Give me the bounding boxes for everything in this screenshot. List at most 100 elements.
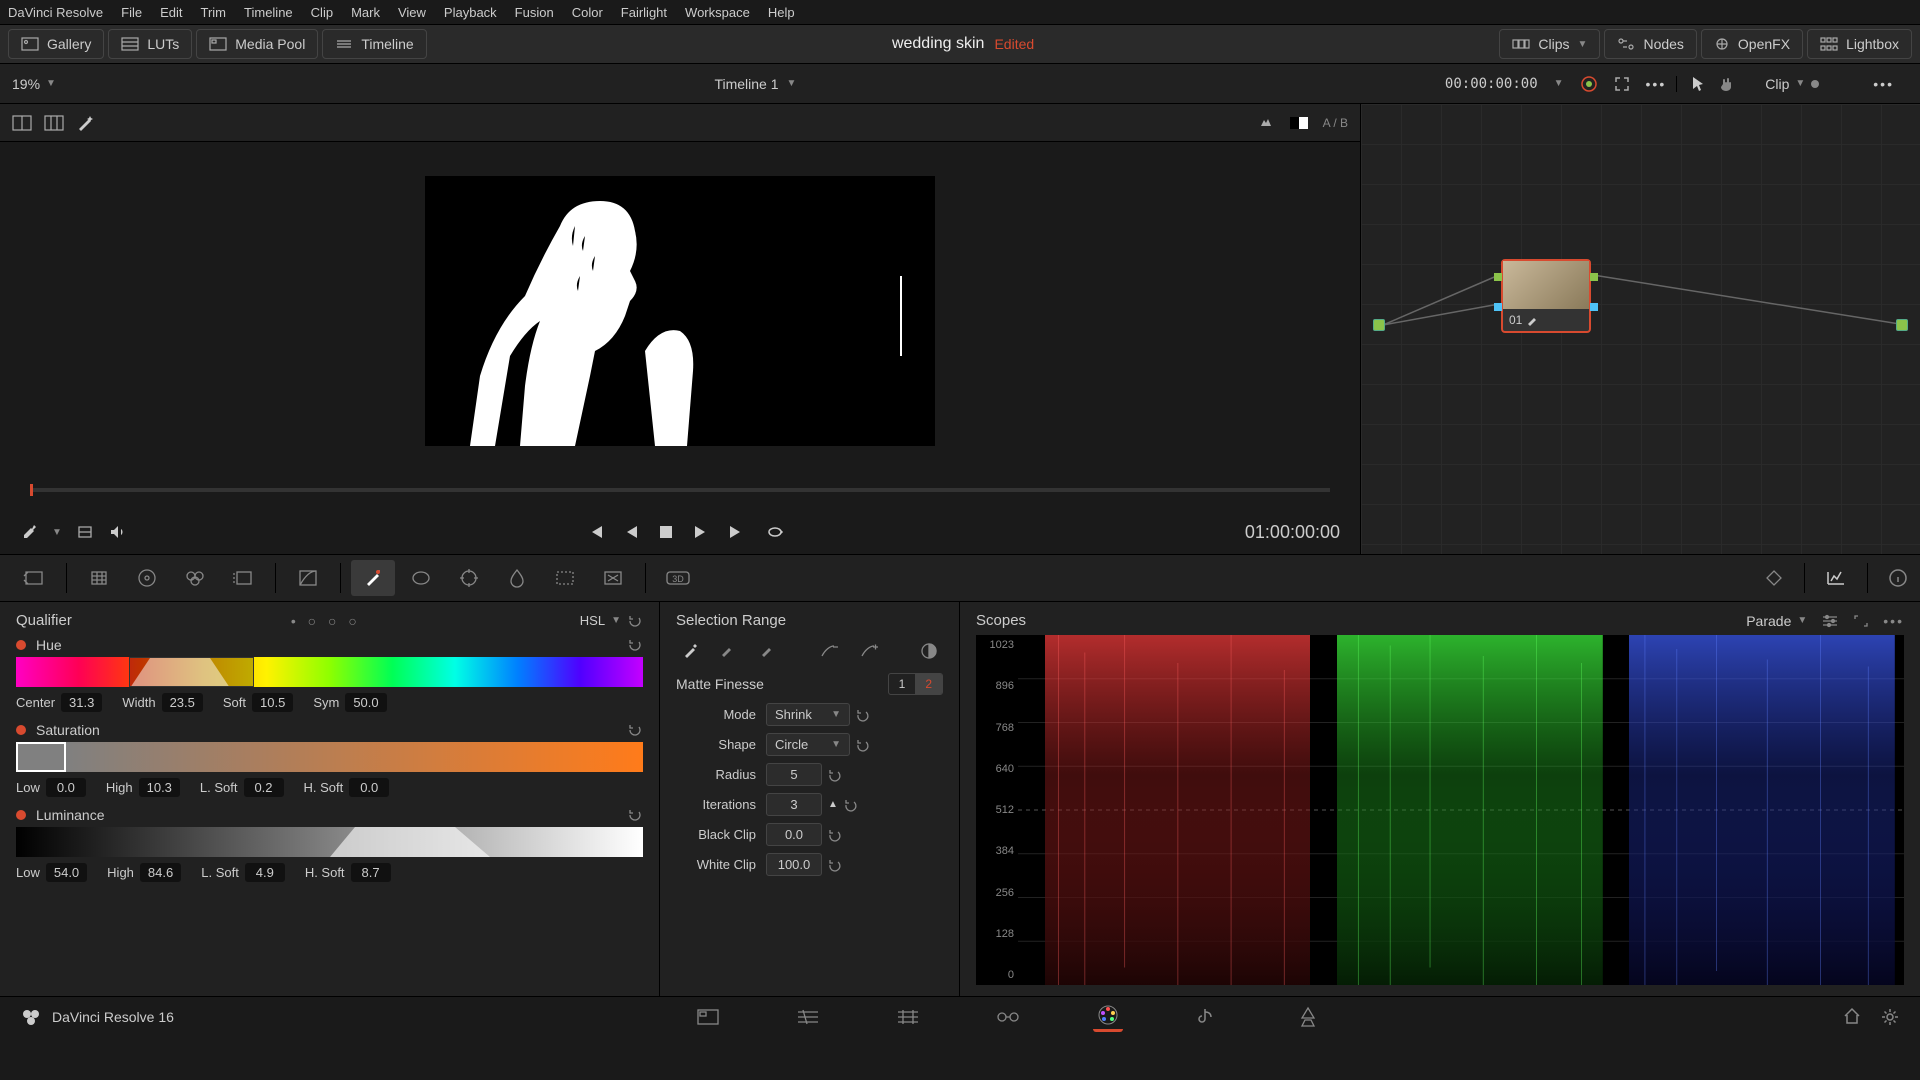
menu-item[interactable]: DaVinci Resolve [8, 5, 103, 20]
high-value[interactable]: 10.3 [139, 778, 180, 797]
loop-icon[interactable] [765, 524, 785, 540]
scrubber[interactable] [0, 480, 1360, 510]
timeline-button[interactable]: Timeline [322, 29, 426, 59]
highlight-icon[interactable] [1257, 116, 1275, 130]
iterations-value[interactable]: 3 [766, 793, 822, 816]
qualifier-icon[interactable] [351, 560, 395, 596]
reset-icon[interactable] [627, 722, 643, 738]
camera-raw-icon[interactable] [12, 560, 56, 596]
magic-wand-icon[interactable] [76, 114, 94, 132]
sat-enable-dot[interactable] [16, 725, 26, 735]
play-icon[interactable] [693, 524, 707, 540]
expand-icon[interactable] [1614, 76, 1630, 92]
qualifier-page-dots[interactable]: • ○ ○ ○ [291, 613, 361, 629]
picker-icon[interactable] [676, 639, 703, 663]
color-wheels-icon[interactable] [125, 560, 169, 596]
reset-icon[interactable] [844, 798, 858, 812]
sym-value[interactable]: 50.0 [345, 693, 386, 712]
hand-icon[interactable] [1719, 76, 1737, 92]
home-icon[interactable] [1842, 1007, 1862, 1025]
info-icon[interactable] [1888, 568, 1908, 588]
invert-icon[interactable] [916, 639, 943, 663]
tracker-icon[interactable] [447, 560, 491, 596]
media-page-icon[interactable] [693, 1002, 723, 1032]
center-value[interactable]: 31.3 [61, 693, 102, 712]
mediapool-button[interactable]: Media Pool [196, 29, 318, 59]
more-icon[interactable]: ••• [1646, 76, 1667, 92]
more-icon[interactable]: ••• [1873, 76, 1894, 92]
graph-output[interactable] [1896, 319, 1908, 331]
stepper-up-icon[interactable]: ▲ [828, 799, 838, 810]
reset-icon[interactable] [856, 708, 870, 722]
clips-button[interactable]: Clips ▼ [1499, 29, 1600, 59]
menu-item[interactable]: Fairlight [621, 5, 667, 20]
keyframe-diamond-icon[interactable] [1764, 568, 1784, 588]
next-clip-icon[interactable] [727, 524, 745, 540]
curves-icon[interactable] [286, 560, 330, 596]
mf-tab-2[interactable]: 2 [915, 674, 942, 694]
more-icon[interactable]: ••• [1883, 613, 1904, 629]
menu-item[interactable]: Timeline [244, 5, 293, 20]
high-value[interactable]: 84.6 [140, 863, 181, 882]
image-wipe-icon[interactable] [12, 115, 32, 131]
menu-item[interactable]: Workspace [685, 5, 750, 20]
lightbox-button[interactable]: Lightbox [1807, 29, 1912, 59]
width-value[interactable]: 23.5 [162, 693, 203, 712]
viewer-canvas[interactable] [0, 142, 1360, 480]
hue-enable-dot[interactable] [16, 640, 26, 650]
node-01[interactable]: 01 [1501, 259, 1591, 333]
deliver-page-icon[interactable] [1293, 1002, 1323, 1032]
hue-strip[interactable] [16, 657, 643, 687]
source-timecode[interactable]: 01:00:00:00 [1245, 522, 1340, 542]
reset-icon[interactable] [856, 738, 870, 752]
scopes-icon[interactable] [1825, 569, 1847, 587]
color-match-icon[interactable] [77, 560, 121, 596]
window-icon[interactable] [399, 560, 443, 596]
color-page-icon[interactable] [1093, 1002, 1123, 1032]
ab-compare[interactable]: A / B [1323, 116, 1348, 130]
menu-item[interactable]: Edit [160, 5, 182, 20]
chevron-down-icon[interactable]: ▼ [52, 527, 62, 538]
mode-select[interactable]: Shrink▼ [766, 703, 850, 726]
fairlight-page-icon[interactable] [1193, 1002, 1223, 1032]
white-clip-value[interactable]: 100.0 [766, 853, 822, 876]
gear-icon[interactable] [1880, 1007, 1900, 1027]
picker-minus-icon[interactable] [715, 639, 742, 663]
luminance-strip[interactable] [16, 827, 643, 857]
node-input-rgb[interactable] [1494, 273, 1502, 281]
menu-item[interactable]: Help [768, 5, 795, 20]
picker-plus-icon[interactable] [755, 639, 782, 663]
zoom-dropdown[interactable]: 19% ▼ [12, 76, 76, 92]
expand-icon[interactable] [1853, 614, 1869, 628]
sizing-icon[interactable] [591, 560, 635, 596]
cut-page-icon[interactable] [793, 1002, 823, 1032]
menu-item[interactable]: Trim [201, 5, 227, 20]
mf-tab-1[interactable]: 1 [889, 674, 916, 694]
qualifier-mode-dropdown[interactable]: HSL ▼ [580, 613, 643, 629]
graph-input[interactable] [1373, 319, 1385, 331]
pointer-icon[interactable] [1691, 76, 1705, 92]
lsoft-value[interactable]: 0.2 [244, 778, 284, 797]
low-value[interactable]: 0.0 [46, 778, 86, 797]
node-output-rgb[interactable] [1590, 273, 1598, 281]
black-clip-value[interactable]: 0.0 [766, 823, 822, 846]
saturation-strip[interactable] [16, 742, 643, 772]
menu-item[interactable]: Playback [444, 5, 497, 20]
menu-item[interactable]: Fusion [515, 5, 554, 20]
rgb-mixer-icon[interactable] [173, 560, 217, 596]
eyedropper-icon[interactable] [20, 523, 38, 541]
nodes-button[interactable]: Nodes [1604, 29, 1696, 59]
prev-frame-icon[interactable] [625, 524, 639, 540]
scopes-mode-dropdown[interactable]: Parade ▼ [1746, 613, 1807, 629]
bypass-icon[interactable] [1580, 75, 1598, 93]
lum-enable-dot[interactable] [16, 810, 26, 820]
lsoft-value[interactable]: 4.9 [245, 863, 285, 882]
node-graph[interactable]: 01 [1361, 104, 1920, 554]
motion-effects-icon[interactable] [221, 560, 265, 596]
reset-icon[interactable] [627, 613, 643, 629]
record-timecode[interactable]: 00:00:00:00 [1445, 76, 1538, 92]
menu-item[interactable]: Clip [311, 5, 333, 20]
reset-icon[interactable] [627, 807, 643, 823]
menu-item[interactable]: File [121, 5, 142, 20]
feather-minus-icon[interactable] [816, 639, 843, 663]
